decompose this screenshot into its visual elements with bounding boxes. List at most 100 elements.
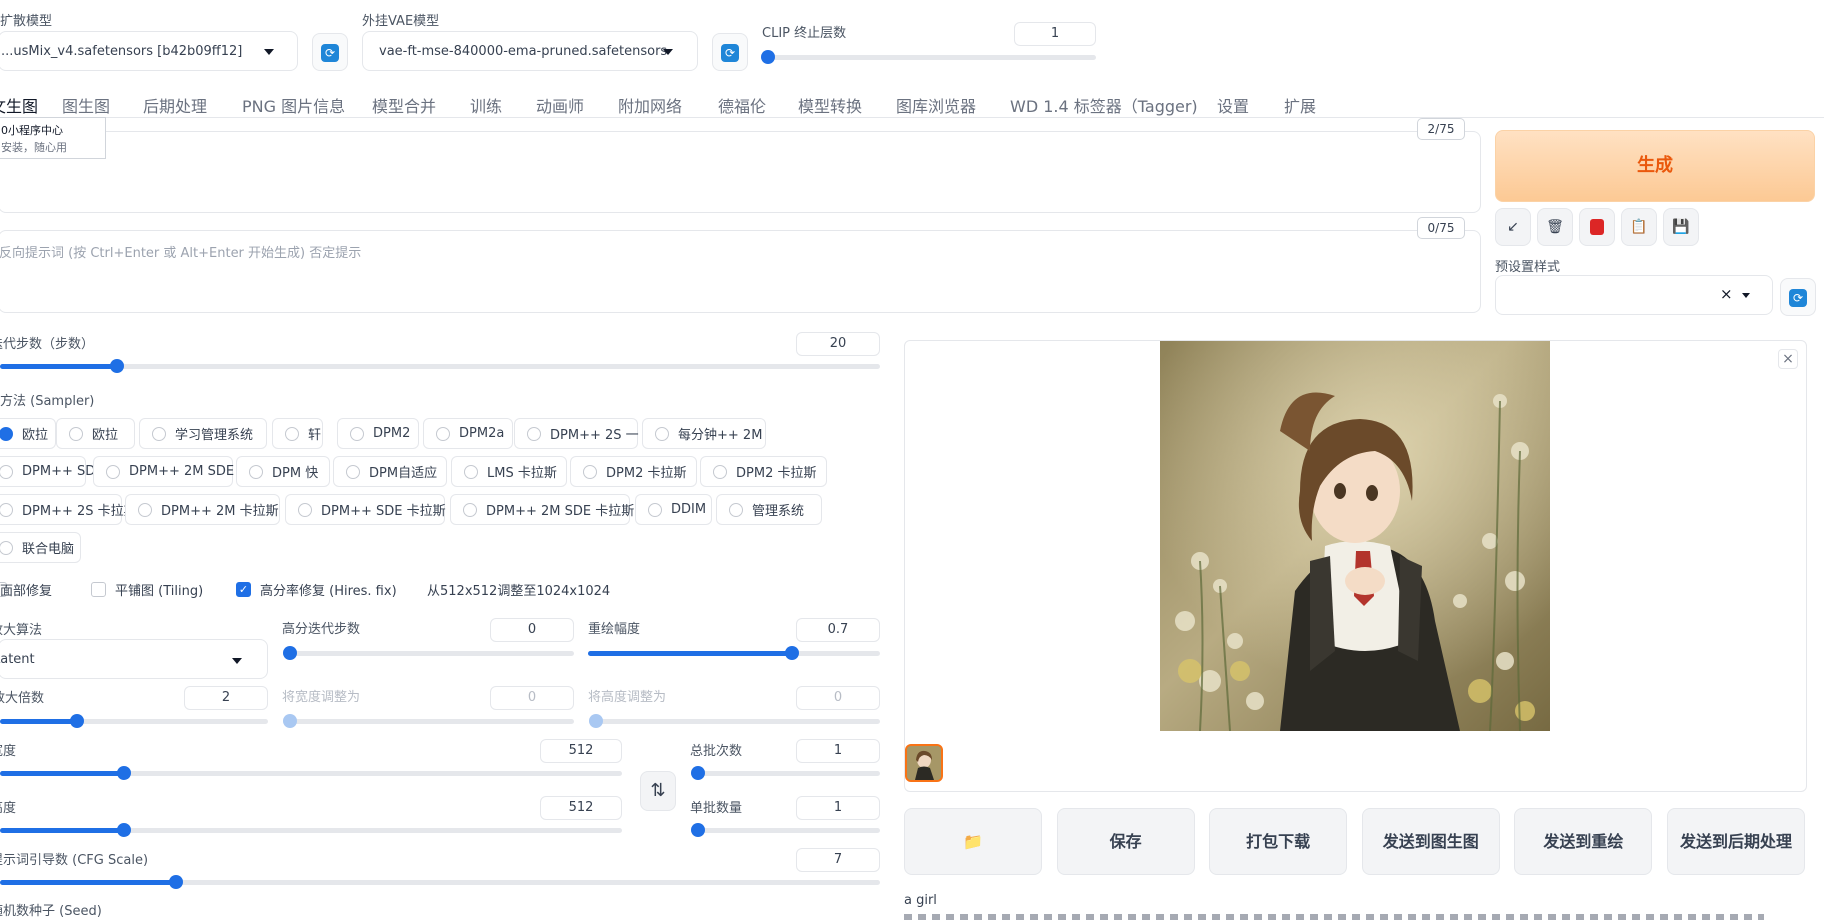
- resize-width-number-input[interactable]: 0: [490, 686, 574, 710]
- slider-knob[interactable]: [117, 823, 132, 837]
- slider-knob[interactable]: [283, 714, 297, 728]
- prompt-textarea[interactable]: [0, 131, 1481, 213]
- slider-knob[interactable]: [69, 714, 84, 728]
- tab-extensions[interactable]: 扩展: [1284, 93, 1316, 117]
- sampler-option[interactable]: DDIM: [635, 494, 712, 525]
- extra-networks-button[interactable]: [1579, 208, 1615, 246]
- sampler-option[interactable]: 管理系统: [716, 494, 822, 525]
- tab-additional-networks[interactable]: 附加网络: [618, 93, 682, 117]
- slider-knob[interactable]: [110, 359, 125, 373]
- open-folder-button[interactable]: 📁: [904, 808, 1042, 875]
- clear-styles-icon[interactable]: ×: [1720, 285, 1733, 303]
- slider-knob[interactable]: [283, 646, 297, 660]
- steps-number-input[interactable]: 20: [796, 332, 880, 356]
- tab-wd14-tagger[interactable]: WD 1.4 标签器（Tagger): [1010, 93, 1198, 117]
- slider-knob[interactable]: [169, 875, 183, 889]
- tab-train[interactable]: 训练: [470, 93, 502, 117]
- vae-refresh-button[interactable]: ⟳: [712, 33, 748, 71]
- denoise-slider[interactable]: [588, 646, 880, 660]
- sampler-option[interactable]: DPM++ 2S 卡拉斯: [0, 494, 137, 525]
- resize-width-slider[interactable]: [283, 714, 574, 728]
- sampler-option[interactable]: 轩: [272, 418, 323, 449]
- send-to-extras-button[interactable]: 发送到后期处理: [1667, 808, 1805, 875]
- denoise-number-input[interactable]: 0.7: [796, 618, 880, 642]
- width-slider[interactable]: [0, 766, 622, 780]
- steps-slider[interactable]: [0, 359, 880, 373]
- tab-png-info[interactable]: PNG 图片信息: [242, 93, 345, 117]
- resize-height-slider[interactable]: [589, 714, 880, 728]
- clip-slider[interactable]: [761, 50, 1096, 64]
- slider-knob[interactable]: [117, 766, 132, 780]
- sampler-option[interactable]: DPM++ 2M SDE: [93, 456, 234, 487]
- send-to-img2img-button[interactable]: 发送到图生图: [1361, 808, 1500, 875]
- vae-dropdown[interactable]: vae-ft-mse-840000-ema-pruned.safetensors: [362, 31, 698, 71]
- tab-extras[interactable]: 后期处理: [143, 93, 207, 117]
- batch-count-number-input[interactable]: 1: [796, 739, 880, 763]
- generate-button[interactable]: 生成: [1495, 130, 1815, 202]
- hires-steps-number-input[interactable]: 0: [490, 618, 574, 642]
- tab-deforum[interactable]: 德福伦: [718, 93, 766, 117]
- sampler-option[interactable]: DPM++ 2M 卡拉斯: [125, 494, 280, 525]
- upscaler-dropdown[interactable]: Latent: [0, 639, 268, 679]
- sampler-option[interactable]: 联合电脑: [0, 532, 81, 563]
- sampler-option[interactable]: DPM 快: [236, 456, 330, 487]
- resize-height-number-input[interactable]: 0: [796, 686, 880, 710]
- sampler-option[interactable]: DPM自适应: [333, 456, 447, 487]
- width-number-input[interactable]: 512: [540, 739, 622, 763]
- slider-knob[interactable]: [785, 646, 800, 660]
- sampler-option[interactable]: LMS 卡拉斯: [451, 456, 567, 487]
- tab-model-converter[interactable]: 模型转换: [798, 93, 862, 117]
- model-refresh-button[interactable]: ⟳: [312, 33, 348, 71]
- slider-knob[interactable]: [691, 823, 705, 837]
- generated-image[interactable]: [1160, 341, 1550, 731]
- apply-style-button[interactable]: 📋: [1621, 208, 1657, 246]
- sampler-option[interactable]: DPM2 卡拉斯: [700, 456, 827, 487]
- close-gallery-button[interactable]: ×: [1778, 349, 1798, 369]
- tab-checkpoint-merger[interactable]: 模型合并: [372, 93, 436, 117]
- gallery-thumbnail[interactable]: [905, 744, 943, 782]
- clear-prompt-button[interactable]: 🗑: [1537, 208, 1573, 246]
- sampler-option[interactable]: 每分钟++ 2M: [642, 418, 766, 449]
- read-params-button[interactable]: ↙: [1495, 208, 1531, 246]
- tab-image-browser[interactable]: 图库浏览器: [896, 93, 976, 117]
- cfg-number-input[interactable]: 7: [796, 848, 880, 872]
- hires-steps-slider[interactable]: [283, 646, 574, 660]
- hires-fix-checkbox[interactable]: ✓: [236, 582, 251, 597]
- batch-size-number-input[interactable]: 1: [796, 796, 880, 820]
- model-dropdown[interactable]: ...usMix_v4.safetensors [b42b09ff12]: [0, 31, 298, 71]
- upscale-by-slider[interactable]: [0, 714, 268, 728]
- batch-count-slider[interactable]: [691, 766, 880, 780]
- upscale-by-number-input[interactable]: 2: [184, 686, 268, 710]
- height-slider[interactable]: [0, 823, 622, 837]
- styles-refresh-button[interactable]: ⟳: [1780, 278, 1816, 316]
- swap-dimensions-button[interactable]: ⇅: [640, 771, 676, 811]
- tab-animator[interactable]: 动画师: [536, 93, 584, 117]
- zip-download-button[interactable]: 打包下载: [1209, 808, 1348, 875]
- sampler-option[interactable]: 学习管理系统: [139, 418, 267, 449]
- negative-prompt-textarea[interactable]: 反向提示词 (按 Ctrl+Enter 或 Alt+Enter 开始生成) 否定…: [0, 230, 1481, 313]
- slider-knob[interactable]: [691, 766, 705, 780]
- slider-knob[interactable]: [761, 50, 775, 64]
- sampler-option[interactable]: DPM++ SDE 卡拉斯: [285, 494, 446, 525]
- sampler-option[interactable]: DPM2a: [423, 418, 513, 449]
- tab-txt2img[interactable]: 文生图: [0, 93, 38, 117]
- sampler-option[interactable]: DPM++ SDE: [0, 456, 103, 487]
- styles-dropdown[interactable]: ×: [1495, 275, 1773, 315]
- sampler-option[interactable]: DPM2 卡拉斯: [570, 456, 697, 487]
- sampler-option[interactable]: DPM++ 2S 一: [514, 418, 639, 449]
- save-style-button[interactable]: 💾: [1663, 208, 1699, 246]
- send-to-inpaint-button[interactable]: 发送到重绘: [1514, 808, 1653, 875]
- sampler-option[interactable]: 欧拉: [0, 418, 56, 449]
- slider-knob[interactable]: [589, 714, 603, 728]
- cfg-slider[interactable]: [0, 875, 880, 889]
- sampler-option[interactable]: 欧拉: [56, 418, 135, 449]
- tab-img2img[interactable]: 图生图: [62, 93, 110, 117]
- clip-number-input[interactable]: 1: [1014, 22, 1096, 46]
- batch-size-slider[interactable]: [691, 823, 880, 837]
- sampler-option[interactable]: DPM2: [337, 418, 419, 449]
- save-button[interactable]: 保存: [1056, 808, 1195, 875]
- tab-settings[interactable]: 设置: [1217, 93, 1249, 117]
- sampler-option[interactable]: DPM++ 2M SDE 卡拉斯: [450, 494, 634, 525]
- tiling-checkbox[interactable]: [91, 582, 106, 597]
- height-number-input[interactable]: 512: [540, 796, 622, 820]
